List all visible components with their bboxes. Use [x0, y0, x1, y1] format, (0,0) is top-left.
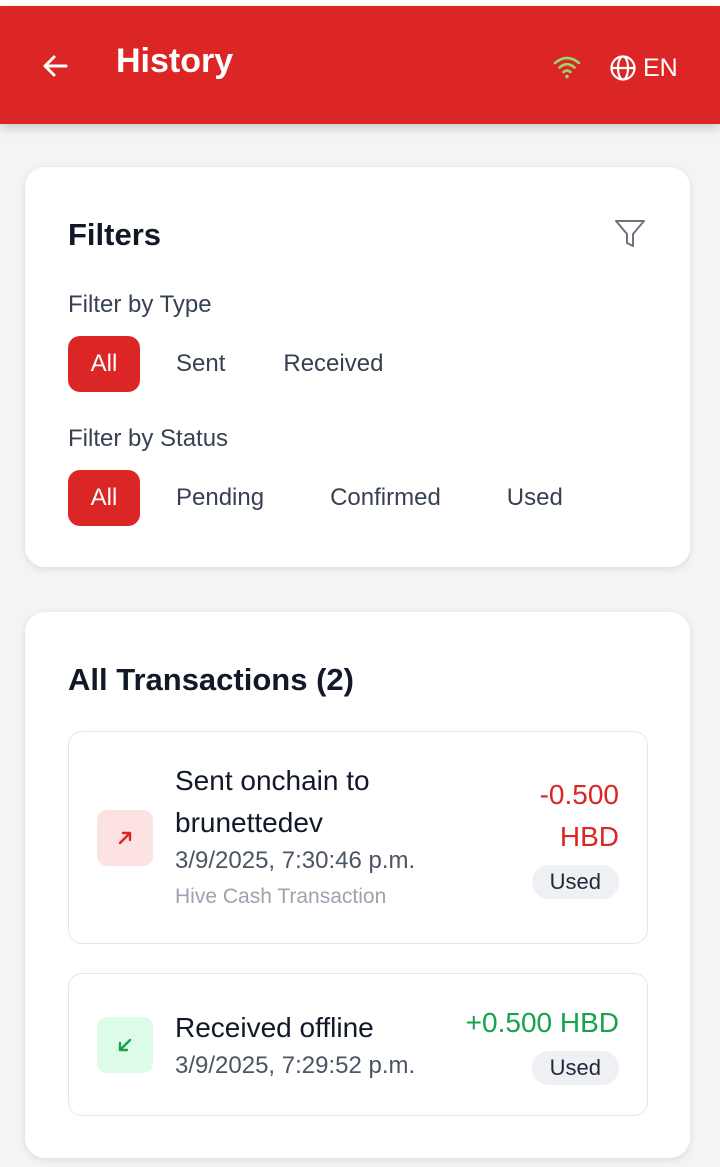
- transaction-details: Received offline 3/9/2025, 7:29:52 p.m.: [175, 1007, 415, 1083]
- transactions-card: All Transactions (2) Sent onchain to bru…: [25, 612, 690, 1158]
- transactions-title: All Transactions (2): [68, 662, 354, 697]
- transaction-item[interactable]: Sent onchain to brunettedev 3/9/2025, 7:…: [68, 731, 648, 944]
- language-selector[interactable]: EN: [609, 52, 678, 84]
- transaction-details: Sent onchain to brunettedev 3/9/2025, 7:…: [175, 760, 415, 916]
- status-filter-used[interactable]: Used: [485, 470, 585, 526]
- transaction-amount: +0.500 HBD: [465, 1007, 619, 1038]
- filter-status-label: Filter by Status: [68, 425, 229, 452]
- filters-card: Filters Filter by Type All Sent Received…: [25, 167, 690, 567]
- transaction-amount: -0.500 HBD: [540, 774, 619, 858]
- globe-icon: [610, 55, 636, 81]
- type-filter-all[interactable]: All: [68, 336, 140, 392]
- transaction-date: 3/9/2025, 7:29:52 p.m.: [175, 1052, 416, 1079]
- arrow-down-left-icon: [97, 1017, 153, 1073]
- transaction-amount-currency: HBD: [559, 821, 619, 852]
- arrow-left-icon: [43, 55, 68, 77]
- transaction-description: Received offline: [175, 1012, 374, 1043]
- arrow-up-right-icon: [97, 810, 153, 866]
- status-filter-group: All Pending Confirmed Used: [68, 470, 599, 526]
- transaction-item[interactable]: Received offline 3/9/2025, 7:29:52 p.m. …: [68, 973, 648, 1116]
- status-filter-all[interactable]: All: [68, 470, 140, 526]
- back-button[interactable]: [40, 50, 72, 82]
- app-header: History EN: [0, 6, 720, 124]
- page-title: History: [116, 42, 234, 80]
- status-filter-pending[interactable]: Pending: [154, 470, 286, 526]
- transaction-date: 3/9/2025, 7:30:46 p.m.: [175, 847, 416, 874]
- transaction-subtitle: Hive Cash Transaction: [175, 885, 387, 908]
- status-filter-confirmed[interactable]: Confirmed: [308, 470, 463, 526]
- transaction-description-line1: Sent onchain to: [175, 765, 370, 796]
- funnel-icon[interactable]: [613, 217, 647, 251]
- language-label: EN: [643, 53, 678, 82]
- type-filter-group: All Sent Received: [68, 336, 419, 392]
- status-badge: Used: [531, 865, 619, 899]
- transaction-description-line2: brunettedev: [175, 807, 323, 838]
- status-badge: Used: [531, 1051, 619, 1085]
- filters-title: Filters: [68, 217, 162, 252]
- type-filter-received[interactable]: Received: [261, 336, 405, 392]
- filter-type-label: Filter by Type: [68, 291, 212, 318]
- type-filter-sent[interactable]: Sent: [154, 336, 247, 392]
- transaction-amount-value: -0.500: [539, 779, 619, 810]
- wifi-icon: [552, 52, 582, 82]
